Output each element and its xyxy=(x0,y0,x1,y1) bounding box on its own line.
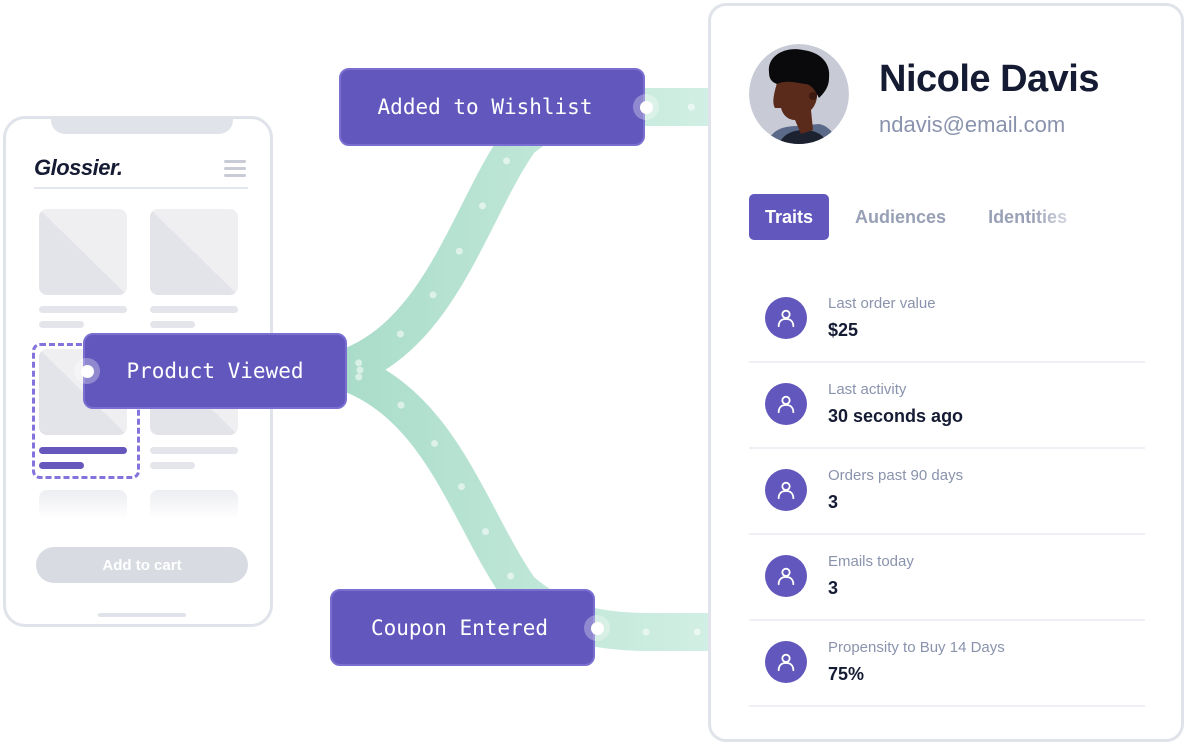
tab-audiences[interactable]: Audiences xyxy=(839,194,962,240)
tab-identities[interactable]: Identities xyxy=(972,194,1083,240)
event-label: Added to Wishlist xyxy=(377,95,593,119)
flow-dot xyxy=(687,103,695,111)
flow-dot xyxy=(407,366,415,374)
trait-label: Emails today xyxy=(828,553,914,570)
trait-row: Last activity 30 seconds ago xyxy=(749,363,1145,449)
product-price-placeholder xyxy=(39,321,84,328)
flow-dot xyxy=(396,330,404,338)
trait-value: 3 xyxy=(828,492,839,512)
connector-node-icon xyxy=(584,615,610,641)
product-tile[interactable] xyxy=(39,490,127,520)
avatar xyxy=(749,44,849,144)
hamburger-icon[interactable] xyxy=(224,160,246,178)
event-added-to-wishlist[interactable]: Added to Wishlist xyxy=(339,68,659,146)
flow-dot xyxy=(458,366,466,374)
flow-dot xyxy=(455,247,463,255)
user-icon xyxy=(765,383,807,425)
user-icon xyxy=(765,641,807,683)
flow-dot xyxy=(479,202,487,210)
tab-traits[interactable]: Traits xyxy=(749,194,830,240)
trait-value: 30 seconds ago xyxy=(828,406,964,426)
flow-dot xyxy=(430,439,438,447)
product-tile[interactable] xyxy=(150,490,238,520)
trait-value: $25 xyxy=(828,320,859,340)
product-title-placeholder xyxy=(39,306,127,313)
phone-header-divider xyxy=(34,187,248,189)
event-coupon-entered[interactable]: Coupon Entered xyxy=(330,589,610,666)
person-avatar-icon xyxy=(749,44,849,144)
user-icon xyxy=(765,469,807,511)
product-title-placeholder xyxy=(150,306,238,313)
traits-list: Last order value $25 Last activity 30 se… xyxy=(749,277,1145,707)
phone-notch xyxy=(51,116,233,134)
trait-label: Last order value xyxy=(828,295,936,312)
trait-row: Emails today 3 xyxy=(749,535,1145,621)
flow-dot xyxy=(560,366,568,374)
product-tile[interactable] xyxy=(150,209,238,295)
trait-value: 3 xyxy=(828,578,839,598)
product-title-placeholder xyxy=(150,447,238,454)
flow-ribbon-wishlist xyxy=(333,87,712,389)
profile-email: ndavis@email.com xyxy=(879,112,1066,137)
profile-tabs: Traits Audiences Identities xyxy=(749,194,1093,240)
flow-dot xyxy=(611,366,619,374)
flow-dot xyxy=(429,291,437,299)
product-price-placeholder xyxy=(150,321,195,328)
connector-node-icon xyxy=(633,94,659,120)
home-indicator xyxy=(98,613,186,617)
trait-label: Last activity xyxy=(828,381,907,398)
event-product-viewed[interactable]: Product Viewed xyxy=(74,333,347,409)
trait-row: Last order value $25 xyxy=(749,277,1145,363)
store-logo: Glossier. xyxy=(34,155,123,180)
product-price-placeholder xyxy=(150,462,195,469)
profile-name: Nicole Davis xyxy=(879,58,1100,100)
add-to-cart-button[interactable]: Add to cart xyxy=(36,547,248,583)
flow-dot xyxy=(693,628,701,636)
trait-label: Propensity to Buy 14 Days xyxy=(828,639,1005,656)
flow-dot xyxy=(507,572,515,580)
flow-dot xyxy=(509,366,517,374)
flow-dot xyxy=(482,528,490,536)
flow-dot xyxy=(662,366,670,374)
user-icon xyxy=(765,297,807,339)
user-icon xyxy=(765,555,807,597)
flow-dot xyxy=(397,401,405,409)
event-label: Coupon Entered xyxy=(370,615,548,640)
trait-label: Orders past 90 days xyxy=(828,467,964,484)
event-label: Product Viewed xyxy=(126,359,304,383)
customer-profile-card: Nicole Davis ndavis@email.com Traits Aud… xyxy=(708,3,1184,742)
flow-dot xyxy=(356,366,364,374)
flow-dot xyxy=(642,628,650,636)
connector-node-icon xyxy=(74,358,100,384)
flow-dot xyxy=(355,359,363,367)
trait-row: Orders past 90 days 3 xyxy=(749,449,1145,535)
trait-value: 75% xyxy=(828,664,865,684)
flow-dot xyxy=(503,157,511,165)
flow-dot xyxy=(355,373,363,381)
flow-dot xyxy=(457,483,465,491)
trait-row: Propensity to Buy 14 Days 75% xyxy=(749,621,1145,707)
product-tile[interactable] xyxy=(39,209,127,295)
